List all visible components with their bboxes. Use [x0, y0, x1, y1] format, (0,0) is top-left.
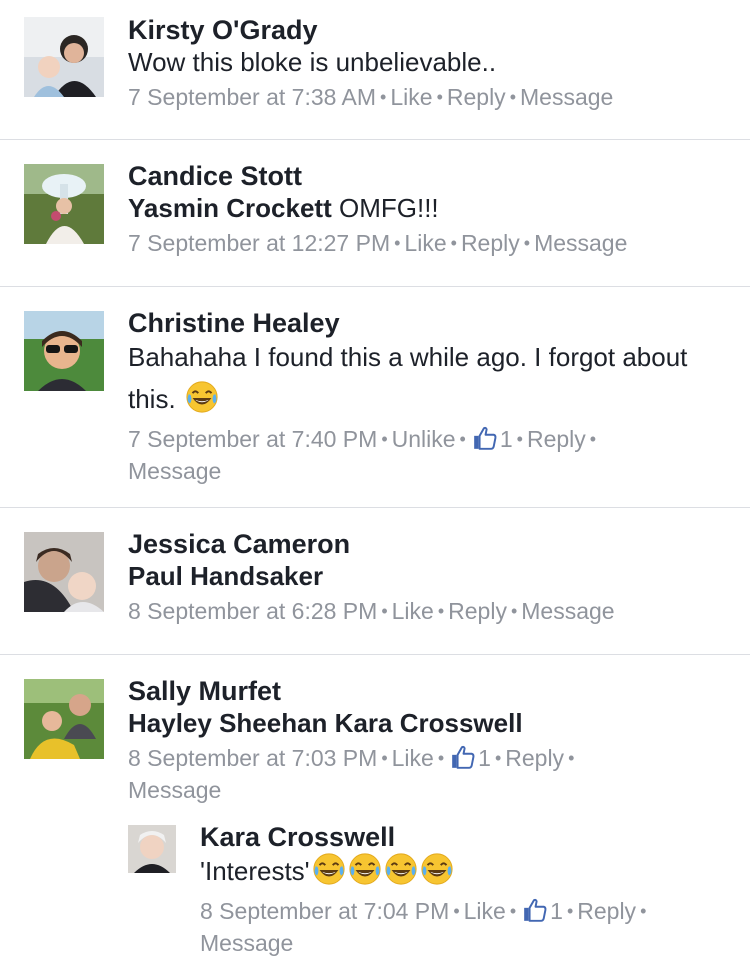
laughing-crying-emoji-icon [348, 852, 382, 886]
reply-link[interactable]: Reply [447, 84, 506, 110]
laughing-crying-emoji-icon [384, 852, 418, 886]
timestamp[interactable]: 8 September at 7:03 PM [128, 745, 377, 771]
avatar[interactable] [24, 679, 104, 759]
divider [0, 654, 750, 655]
message-link[interactable]: Message [521, 598, 614, 624]
thumbs-up-icon [472, 425, 498, 451]
comment-meta: 8 September at 6:28 PM • Like • Reply • Messag… [128, 598, 615, 624]
laughing-crying-emoji-icon [185, 380, 219, 414]
like-count[interactable]: 1 [470, 426, 513, 452]
comment-author[interactable]: Christine Healey [128, 307, 730, 339]
tagged-user[interactable]: Paul Handsaker [128, 561, 323, 591]
avatar[interactable] [128, 825, 176, 873]
message-link[interactable]: Message [128, 458, 221, 484]
comment-meta: 7 September at 7:40 PM • Unlike • 1 • Reply • Me… [128, 426, 597, 484]
like-count[interactable]: 1 [520, 898, 563, 924]
divider [0, 507, 750, 508]
timestamp[interactable]: 7 September at 7:40 PM [128, 426, 377, 452]
avatar[interactable] [24, 311, 104, 391]
comment-text-body: OMFG!!! [338, 193, 439, 223]
like-link[interactable]: Like [390, 84, 432, 110]
message-link[interactable]: Message [128, 777, 221, 803]
tagged-user[interactable]: Kara Crosswell [335, 708, 523, 738]
thumbs-up-icon [450, 744, 476, 770]
comment-author[interactable]: Sally Murfet [128, 675, 730, 707]
comment-text: Paul Handsaker [128, 560, 730, 592]
thumbs-up-icon [522, 897, 548, 923]
like-count[interactable]: 1 [448, 745, 491, 771]
avatar[interactable] [24, 17, 104, 97]
like-count-value: 1 [499, 426, 513, 452]
comment-text: Bahahaha I found this a while ago. I for… [128, 336, 730, 420]
reply-text: 'Interests' [200, 850, 730, 892]
comment-author[interactable]: Jessica Cameron [128, 528, 730, 560]
message-link[interactable]: Message [200, 930, 293, 956]
comment-meta: 7 September at 12:27 PM • Like • Reply • Messa… [128, 230, 628, 256]
message-link[interactable]: Message [534, 230, 627, 256]
reply-author[interactable]: Kara Crosswell [200, 821, 730, 853]
reply-link[interactable]: Reply [527, 426, 586, 452]
comment-text: Yasmin Crockett OMFG!!! [128, 192, 730, 224]
reply-meta: 8 September at 7:04 PM • Like • 1 • Reply • Mess… [200, 898, 647, 956]
laughing-crying-emoji-icon [420, 852, 454, 886]
avatar[interactable] [24, 532, 104, 612]
like-link[interactable]: Like [392, 598, 434, 624]
message-link[interactable]: Message [520, 84, 613, 110]
comment-author[interactable]: Candice Stott [128, 160, 730, 192]
like-link[interactable]: Like [404, 230, 446, 256]
laughing-crying-emoji-icon [312, 852, 346, 886]
comment-text: Hayley Sheehan Kara Crosswell [128, 707, 730, 739]
like-link[interactable]: Like [392, 745, 434, 771]
divider [0, 286, 750, 287]
comment-text: Wow this bloke is unbelievable.. [128, 47, 497, 77]
like-link[interactable]: Like [464, 898, 506, 924]
comment-meta: 7 September at 7:38 AM • Like • Reply • Messag… [128, 84, 614, 110]
reply-link[interactable]: Reply [577, 898, 636, 924]
tagged-user[interactable]: Yasmin Crockett [128, 193, 332, 223]
like-count-value: 1 [550, 898, 563, 924]
timestamp[interactable]: 7 September at 7:38 AM [128, 84, 376, 110]
unlike-link[interactable]: Unlike [392, 426, 456, 452]
avatar[interactable] [24, 164, 104, 244]
tagged-user[interactable]: Hayley Sheehan [128, 708, 327, 738]
comment-author[interactable]: Kirsty O'Grady [128, 14, 730, 46]
timestamp[interactable]: 8 September at 7:04 PM [200, 898, 449, 924]
comment-meta: 8 September at 7:03 PM • Like • 1 • Reply • Mess… [128, 745, 575, 803]
like-count-value: 1 [478, 745, 491, 771]
timestamp[interactable]: 7 September at 12:27 PM [128, 230, 390, 256]
reply-text-body: 'Interests' [200, 856, 310, 886]
divider [0, 139, 750, 140]
timestamp[interactable]: 8 September at 6:28 PM [128, 598, 377, 624]
reply-link[interactable]: Reply [461, 230, 520, 256]
reply-link[interactable]: Reply [505, 745, 564, 771]
reply-link[interactable]: Reply [448, 598, 507, 624]
